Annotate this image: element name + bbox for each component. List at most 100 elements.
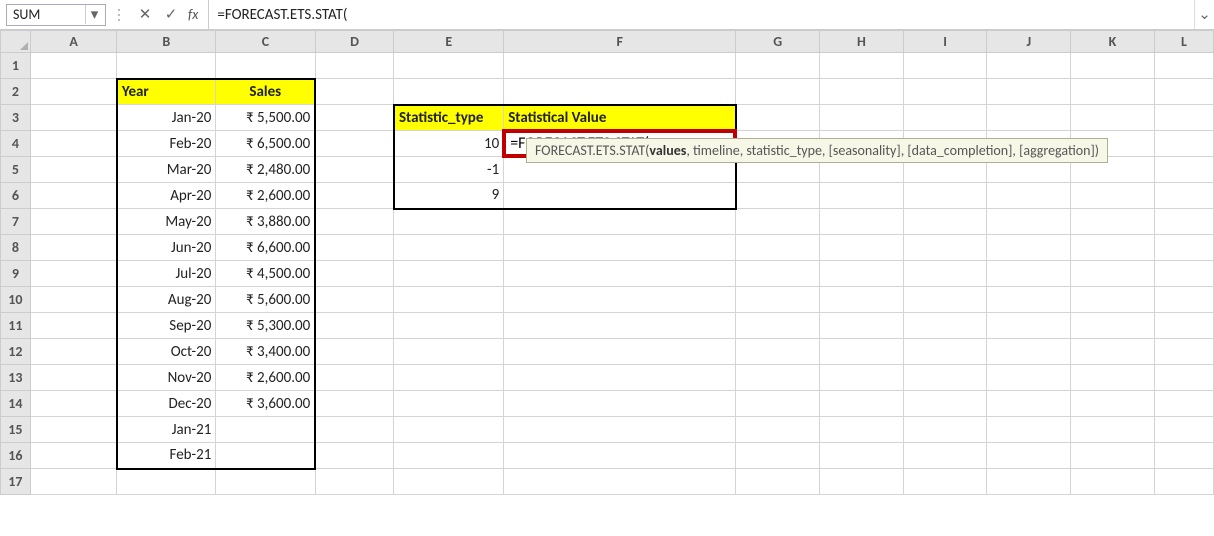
- cell-I3[interactable]: [903, 105, 987, 131]
- cell-A15[interactable]: [30, 417, 117, 443]
- cell-C10[interactable]: ₹ 5,600.00: [216, 287, 315, 313]
- cell-E11[interactable]: [394, 313, 504, 339]
- cell-I17[interactable]: [903, 469, 987, 495]
- cell-J10[interactable]: [987, 287, 1071, 313]
- cell-K13[interactable]: [1071, 365, 1155, 391]
- cell-C17[interactable]: [216, 469, 315, 495]
- cell-E5[interactable]: -1: [394, 157, 504, 183]
- cell-F2[interactable]: [504, 79, 736, 105]
- cell-L6[interactable]: [1154, 183, 1213, 209]
- cell-G3[interactable]: [736, 105, 820, 131]
- cell-K10[interactable]: [1071, 287, 1155, 313]
- cell-I8[interactable]: [903, 235, 987, 261]
- cell-E13[interactable]: [394, 365, 504, 391]
- cell-E10[interactable]: [394, 287, 504, 313]
- cell-L8[interactable]: [1154, 235, 1213, 261]
- cell-D5[interactable]: [315, 157, 394, 183]
- row-header-15[interactable]: 15: [1, 417, 31, 443]
- cell-B3[interactable]: Jan-20: [117, 105, 216, 131]
- cell-K1[interactable]: [1071, 53, 1155, 79]
- cell-J13[interactable]: [987, 365, 1071, 391]
- cell-E4[interactable]: 10: [394, 131, 504, 157]
- cell-K12[interactable]: [1071, 339, 1155, 365]
- cell-G10[interactable]: [736, 287, 820, 313]
- cell-I6[interactable]: [903, 183, 987, 209]
- cell-I7[interactable]: [903, 209, 987, 235]
- cell-L1[interactable]: [1154, 53, 1213, 79]
- row-header-12[interactable]: 12: [1, 339, 31, 365]
- cell-J11[interactable]: [987, 313, 1071, 339]
- enter-icon[interactable]: ✓: [162, 5, 180, 24]
- cell-L16[interactable]: [1154, 443, 1213, 469]
- cell-G9[interactable]: [736, 261, 820, 287]
- cell-C1[interactable]: [216, 53, 315, 79]
- cell-D9[interactable]: [315, 261, 394, 287]
- col-header-B[interactable]: B: [117, 31, 216, 53]
- cell-H2[interactable]: [820, 79, 904, 105]
- cell-F11[interactable]: [504, 313, 736, 339]
- cell-B4[interactable]: Feb-20: [117, 131, 216, 157]
- cell-H1[interactable]: [820, 53, 904, 79]
- cell-C15[interactable]: [216, 417, 315, 443]
- row-header-6[interactable]: 6: [1, 183, 31, 209]
- col-header-D[interactable]: D: [315, 31, 394, 53]
- cell-A10[interactable]: [30, 287, 117, 313]
- cell-G6[interactable]: [736, 183, 820, 209]
- cell-I2[interactable]: [903, 79, 987, 105]
- cell-B10[interactable]: Aug-20: [117, 287, 216, 313]
- cell-D17[interactable]: [315, 469, 394, 495]
- cell-E15[interactable]: [394, 417, 504, 443]
- cell-K16[interactable]: [1071, 443, 1155, 469]
- cell-H16[interactable]: [820, 443, 904, 469]
- cell-L2[interactable]: [1154, 79, 1213, 105]
- cell-B5[interactable]: Mar-20: [117, 157, 216, 183]
- cell-J17[interactable]: [987, 469, 1071, 495]
- cell-B14[interactable]: Dec-20: [117, 391, 216, 417]
- cell-G1[interactable]: [736, 53, 820, 79]
- cell-H9[interactable]: [820, 261, 904, 287]
- cell-J12[interactable]: [987, 339, 1071, 365]
- cell-D2[interactable]: [315, 79, 394, 105]
- cell-A5[interactable]: [30, 157, 117, 183]
- cell-F15[interactable]: [504, 417, 736, 443]
- col-header-A[interactable]: A: [30, 31, 117, 53]
- cell-E9[interactable]: [394, 261, 504, 287]
- cell-C12[interactable]: ₹ 3,400.00: [216, 339, 315, 365]
- cell-L10[interactable]: [1154, 287, 1213, 313]
- row-header-7[interactable]: 7: [1, 209, 31, 235]
- col-header-F[interactable]: F: [504, 31, 736, 53]
- cell-C4[interactable]: ₹ 6,500.00: [216, 131, 315, 157]
- cell-J3[interactable]: [987, 105, 1071, 131]
- cell-C5[interactable]: ₹ 2,480.00: [216, 157, 315, 183]
- cell-F3[interactable]: Statistical Value: [504, 105, 736, 131]
- cell-J6[interactable]: [987, 183, 1071, 209]
- cell-D13[interactable]: [315, 365, 394, 391]
- cell-E2[interactable]: [394, 79, 504, 105]
- cell-D12[interactable]: [315, 339, 394, 365]
- cell-B12[interactable]: Oct-20: [117, 339, 216, 365]
- cell-G17[interactable]: [736, 469, 820, 495]
- cell-K3[interactable]: [1071, 105, 1155, 131]
- cell-C6[interactable]: ₹ 2,600.00: [216, 183, 315, 209]
- cell-D11[interactable]: [315, 313, 394, 339]
- cell-C16[interactable]: [216, 443, 315, 469]
- cell-A14[interactable]: [30, 391, 117, 417]
- cell-J8[interactable]: [987, 235, 1071, 261]
- row-header-5[interactable]: 5: [1, 157, 31, 183]
- cell-C14[interactable]: ₹ 3,600.00: [216, 391, 315, 417]
- cell-L17[interactable]: [1154, 469, 1213, 495]
- cell-L7[interactable]: [1154, 209, 1213, 235]
- cell-G15[interactable]: [736, 417, 820, 443]
- row-header-2[interactable]: 2: [1, 79, 31, 105]
- cell-J15[interactable]: [987, 417, 1071, 443]
- cell-I1[interactable]: [903, 53, 987, 79]
- cell-A8[interactable]: [30, 235, 117, 261]
- cell-F14[interactable]: [504, 391, 736, 417]
- expand-formula-bar-icon[interactable]: ⌄: [1194, 0, 1214, 29]
- cell-H10[interactable]: [820, 287, 904, 313]
- cell-H6[interactable]: [820, 183, 904, 209]
- cell-K2[interactable]: [1071, 79, 1155, 105]
- cell-G16[interactable]: [736, 443, 820, 469]
- select-all-corner[interactable]: [1, 31, 31, 53]
- col-header-I[interactable]: I: [903, 31, 987, 53]
